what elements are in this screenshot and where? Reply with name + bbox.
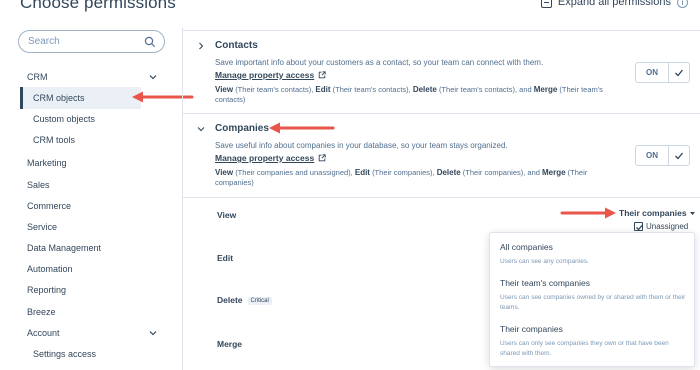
search-input[interactable] bbox=[28, 36, 138, 47]
info-icon[interactable]: i bbox=[677, 0, 688, 8]
critical-badge: Critical bbox=[247, 297, 272, 305]
sidebar-item-account[interactable]: Account bbox=[27, 328, 60, 338]
check-icon bbox=[636, 224, 643, 231]
toggle-on-label[interactable]: ON bbox=[636, 63, 669, 82]
page-title: Choose permissions bbox=[20, 0, 176, 12]
unassigned-checkbox[interactable] bbox=[634, 222, 643, 231]
external-link-icon bbox=[318, 71, 326, 79]
section-title-companies[interactable]: Companies bbox=[215, 123, 269, 134]
arrow-left-icon bbox=[269, 122, 335, 134]
option-description: Users can see companies owned by or shar… bbox=[500, 294, 686, 311]
section-divider bbox=[183, 197, 700, 198]
permission-edit-label: Edit bbox=[217, 253, 234, 263]
chevron-down-icon[interactable] bbox=[148, 328, 158, 338]
section-summary-companies: View (Their companies and unassigned), E… bbox=[215, 168, 588, 187]
link-label[interactable]: Manage property access bbox=[215, 153, 314, 163]
option-description: Users can only see companies they own or… bbox=[500, 340, 669, 357]
expand-all-checkbox[interactable] bbox=[540, 0, 552, 8]
manage-property-access-link-companies[interactable]: Manage property access bbox=[215, 153, 326, 163]
sidebar-item-settings-access[interactable]: Settings access bbox=[33, 349, 96, 359]
sidebar-item-sales[interactable]: Sales bbox=[27, 180, 50, 190]
option-title[interactable]: Their team's companies bbox=[500, 278, 690, 288]
section-title-contacts[interactable]: Contacts bbox=[215, 40, 258, 51]
dropdown-option-their-companies[interactable]: Their companies Users can only see compa… bbox=[500, 324, 690, 358]
expand-all-label: Expand all permissions bbox=[557, 0, 671, 8]
link-label[interactable]: Manage property access bbox=[215, 70, 314, 80]
expand-all-permissions[interactable]: Expand all permissions i bbox=[540, 0, 688, 8]
sidebar-item-crm-tools[interactable]: CRM tools bbox=[33, 135, 75, 145]
dropdown-option-team-companies[interactable]: Their team's companies Users can see com… bbox=[500, 278, 690, 312]
sidebar-item-custom-objects[interactable]: Custom objects bbox=[33, 114, 95, 124]
scope-dropdown-menu: All companies Users can see any companie… bbox=[489, 232, 695, 367]
permission-merge-label: Merge bbox=[217, 339, 243, 349]
check-icon[interactable] bbox=[674, 68, 684, 78]
chevron-right-icon[interactable] bbox=[197, 42, 205, 50]
section-summary-contacts: View (Their team's contacts), Edit (Thei… bbox=[215, 85, 603, 104]
option-title[interactable]: All companies bbox=[500, 242, 690, 252]
view-scope-dropdown[interactable]: Their companies bbox=[619, 208, 696, 218]
manage-property-access-link-contacts[interactable]: Manage property access bbox=[215, 70, 326, 80]
sidebar-item-breeze[interactable]: Breeze bbox=[27, 307, 56, 317]
search-box[interactable] bbox=[18, 30, 165, 53]
sidebar-item-automation[interactable]: Automation bbox=[27, 264, 73, 274]
sidebar-item-service[interactable]: Service bbox=[27, 222, 57, 232]
unassigned-option[interactable]: Unassigned bbox=[634, 222, 688, 231]
sidebar-selected-indicator bbox=[20, 87, 23, 109]
section-description-contacts: Save important info about your customers… bbox=[215, 58, 544, 67]
sidebar-item-crm[interactable]: CRM bbox=[27, 72, 48, 82]
dropdown-option-all-companies[interactable]: All companies Users can see any companie… bbox=[500, 242, 690, 267]
option-title[interactable]: Their companies bbox=[500, 324, 690, 334]
chevron-down-icon[interactable] bbox=[148, 72, 158, 82]
toggle-companies[interactable]: ON bbox=[635, 145, 690, 166]
option-description: Users can see any companies. bbox=[500, 258, 589, 265]
toggle-on-label[interactable]: ON bbox=[636, 146, 669, 165]
permission-view-label: View bbox=[217, 210, 237, 220]
chevron-down-icon[interactable] bbox=[197, 125, 205, 133]
permission-delete-label: Delete Critical bbox=[217, 295, 272, 305]
sidebar-item-crm-objects[interactable]: CRM objects bbox=[33, 93, 85, 103]
sidebar-item-data-management[interactable]: Data Management bbox=[27, 243, 101, 253]
search-icon[interactable] bbox=[144, 36, 156, 48]
check-icon[interactable] bbox=[674, 151, 684, 161]
sidebar-item-reporting[interactable]: Reporting bbox=[27, 285, 66, 295]
unassigned-label: Unassigned bbox=[646, 222, 689, 231]
sidebar-item-commerce[interactable]: Commerce bbox=[27, 201, 71, 211]
caret-down-icon[interactable] bbox=[689, 210, 696, 217]
dropdown-selected-label[interactable]: Their companies bbox=[619, 208, 687, 218]
external-link-icon bbox=[318, 154, 326, 162]
toggle-contacts[interactable]: ON bbox=[635, 62, 690, 83]
section-divider bbox=[183, 113, 700, 114]
sidebar-item-marketing[interactable]: Marketing bbox=[27, 158, 67, 168]
section-description-companies: Save useful info about companies in your… bbox=[215, 141, 508, 150]
arrow-right-icon bbox=[560, 207, 616, 219]
